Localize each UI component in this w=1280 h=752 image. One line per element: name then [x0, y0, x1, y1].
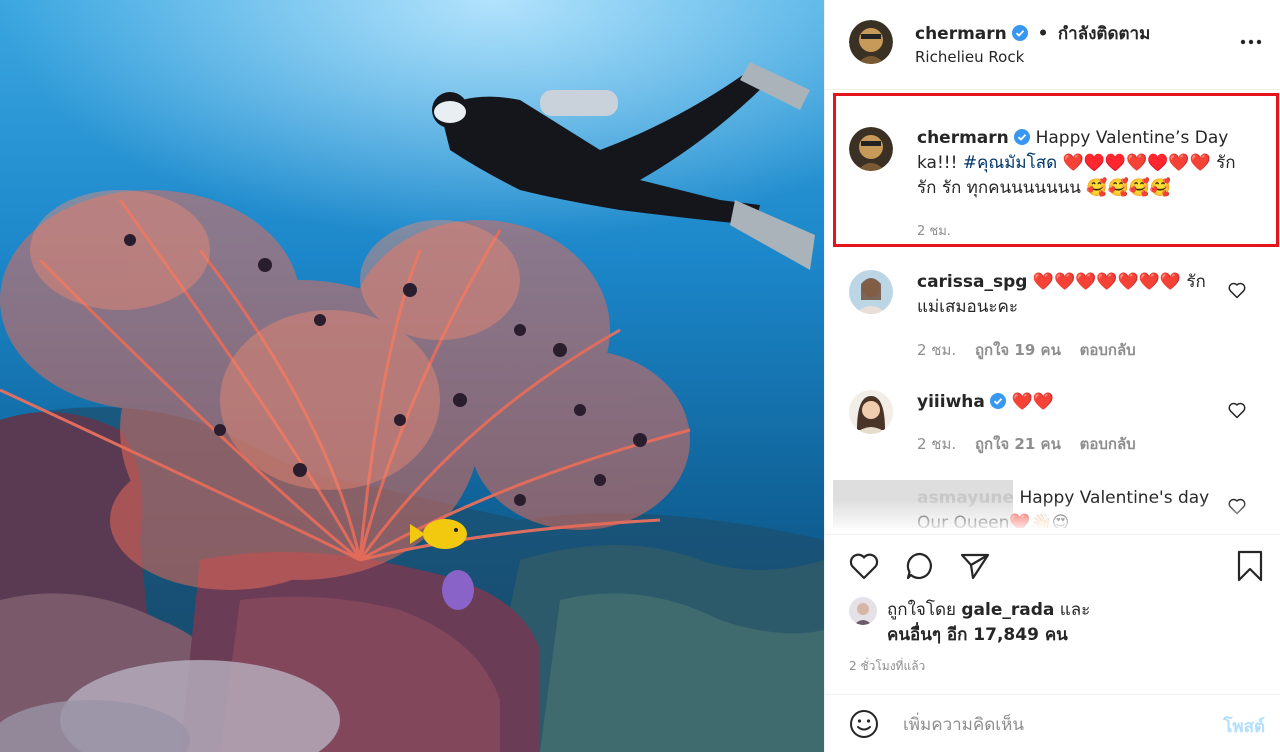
liker-avatar[interactable] — [849, 597, 877, 625]
header-line: chermarn • กำลังติดตาม — [915, 20, 1150, 47]
comment-likes[interactable]: ถูกใจ 19 คน — [975, 341, 1061, 359]
comment-meta: 2 ชม. ถูกใจ 19 คน ตอบกลับ — [917, 338, 1150, 362]
caption-author-avatar[interactable] — [849, 127, 893, 171]
paper-plane-icon — [960, 553, 990, 580]
comment-item: yiiiwha ❤️❤️ 2 ชม. ถูกใจ 21 คน ตอบกลับ — [825, 390, 1280, 460]
comment-meta: 2 ชม. ถูกใจ 21 คน ตอบกลับ — [917, 432, 1150, 456]
underwater-scene — [0, 0, 824, 752]
comment-button[interactable] — [903, 549, 937, 583]
caption-text: chermarn Happy Valentine’s Day ka!!! #คุ… — [917, 126, 1247, 201]
caption-hashtag[interactable]: #คุณมัมโสด — [963, 153, 1057, 173]
post-comment-button[interactable]: โพสต์ — [1223, 713, 1265, 740]
caption-timestamp: 2 ชม. — [917, 224, 951, 239]
caption-username[interactable]: chermarn — [917, 128, 1009, 148]
liked-by-suffix: และ — [1054, 600, 1091, 620]
speech-bubble-icon — [906, 552, 932, 580]
emoji-button[interactable] — [847, 707, 881, 741]
comment-text: yiiiwha ❤️❤️ — [917, 390, 1227, 415]
heart-outline-icon — [1228, 498, 1246, 515]
comment-like-button[interactable] — [1227, 280, 1247, 300]
add-comment-bar: โพสต์ — [825, 694, 1280, 752]
comment-text: asmayune Happy Valentine's day Our Queen… — [917, 486, 1227, 528]
comment-input[interactable] — [903, 711, 1193, 739]
share-button[interactable] — [958, 549, 992, 583]
post-header: chermarn • กำลังติดตาม Richelieu Rock — [825, 0, 1280, 90]
bookmark-icon — [1237, 550, 1263, 582]
save-button[interactable] — [1233, 549, 1267, 583]
more-options-button[interactable] — [1239, 32, 1263, 52]
comment-time: 2 ชม. — [917, 435, 957, 453]
commenter-username[interactable]: carissa_spg — [917, 272, 1027, 292]
comment-likes[interactable]: ถูกใจ 21 คน — [975, 435, 1061, 453]
comment-time: 2 ชม. — [917, 341, 957, 359]
reply-button[interactable]: ตอบกลับ — [1080, 341, 1136, 359]
author-username[interactable]: chermarn — [915, 24, 1007, 44]
liked-by-prefix: ถูกใจโดย — [887, 600, 962, 620]
reply-button[interactable]: ตอบกลับ — [1080, 435, 1136, 453]
separator-dot: • — [1037, 24, 1049, 44]
verified-badge-icon — [990, 393, 1007, 409]
commenter-avatar[interactable] — [849, 270, 893, 314]
smiley-icon — [850, 710, 878, 738]
caption-highlight-box: chermarn Happy Valentine’s Day ka!!! #คุ… — [833, 93, 1279, 247]
comment-like-button[interactable] — [1227, 400, 1247, 420]
more-horizontal-icon — [1240, 39, 1262, 45]
heart-outline-icon — [1228, 402, 1246, 419]
verified-badge-icon — [1014, 129, 1031, 145]
liked-by-username[interactable]: gale_rada — [961, 600, 1054, 620]
post-timestamp[interactable]: 2 ชั่วโมงที่แล้ว — [849, 657, 925, 676]
commenter-avatar[interactable] — [849, 390, 893, 434]
commenter-username[interactable]: yiiiwha — [917, 392, 985, 412]
comment-like-button[interactable] — [1227, 496, 1247, 516]
liked-by-line: ถูกใจโดย gale_rada และ — [887, 596, 1090, 623]
comment-body: ❤️❤️ — [1011, 392, 1054, 412]
comment-item: asmayune Happy Valentine's day Our Queen… — [825, 480, 1280, 528]
post-detail-panel: chermarn • กำลังติดตาม Richelieu Rock ch… — [824, 0, 1280, 752]
like-button[interactable] — [847, 549, 881, 583]
others-like-count[interactable]: คนอื่นๆ อีก 17,849 คน — [887, 621, 1068, 648]
location-link[interactable]: Richelieu Rock — [915, 48, 1024, 66]
heart-outline-icon — [1228, 282, 1246, 299]
verified-badge-icon — [1012, 25, 1029, 41]
comment-item: carissa_spg ❤️❤️❤️❤️❤️❤️❤️ รักแม่เสมอนะค… — [825, 270, 1280, 365]
author-avatar[interactable] — [849, 20, 893, 64]
post-photo[interactable] — [0, 0, 824, 752]
heart-outline-icon — [849, 553, 879, 580]
commenter-username[interactable]: asmayune — [917, 488, 1014, 508]
following-button[interactable]: กำลังติดตาม — [1058, 24, 1150, 44]
comment-text: carissa_spg ❤️❤️❤️❤️❤️❤️❤️ รักแม่เสมอนะค… — [917, 270, 1227, 320]
